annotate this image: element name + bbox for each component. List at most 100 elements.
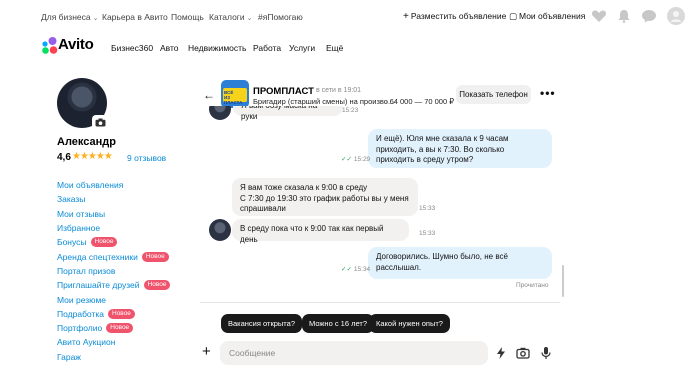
menu-item-bonuses[interactable]: Бонусы Новое (57, 235, 170, 249)
menu-item-favorites[interactable]: Избранное (57, 221, 170, 235)
message-list[interactable]: Я вам обзу маска на руки 15:23 И ещё). Ю… (200, 106, 560, 301)
my-ads-label: Мои объявления (519, 11, 586, 21)
chat-icon[interactable] (641, 9, 657, 23)
message-time: 15:33 (419, 230, 436, 237)
profile-menu: Мои объявления Заказы Мои отзывы Избранн… (57, 178, 171, 364)
nav-jobs[interactable]: Работа (253, 43, 281, 53)
online-status: в сети в 19:01 (316, 87, 362, 94)
menu-item-my-resumes[interactable]: Мои резюме (57, 292, 170, 306)
nav-services[interactable]: Услуги (289, 43, 315, 53)
bell-icon[interactable] (616, 9, 632, 23)
rating-value: 4,6 (57, 152, 71, 163)
seller-avatar (209, 219, 231, 241)
lightning-icon[interactable] (494, 346, 508, 360)
new-badge: Новое (106, 323, 134, 334)
attach-plus-icon[interactable]: + (202, 343, 211, 360)
post-ad-link[interactable]: + Разместить объявление (403, 11, 506, 22)
seller-logo[interactable]: ВСЁ ИЗ ПЛАСТА (221, 80, 249, 108)
suggestion-vacancy-open[interactable]: Вакансия открыта? (221, 314, 302, 333)
message-input[interactable] (220, 341, 488, 365)
message-bubble: В среду пока что к 9:00 так как первый д… (232, 219, 409, 244)
menu-item-label: Приглашайте друзей (57, 280, 140, 291)
suggestion-experience[interactable]: Какой нужен опыт? (369, 314, 450, 333)
microphone-icon[interactable] (539, 346, 553, 360)
scrollbar[interactable] (562, 265, 564, 297)
message-text: Я вам тоже сказала к 9:00 в среду С 7:30… (240, 183, 409, 213)
read-status: Прочитано (516, 282, 549, 289)
for-business-link[interactable]: Для бизнеса ⌄ (41, 12, 98, 22)
menu-item-label: Портфолио (57, 323, 103, 334)
seller-avatar (209, 106, 231, 120)
message-time: 15:33 (419, 205, 436, 212)
i-help-link[interactable]: #яПомогаю (258, 12, 303, 22)
message-time-value: 15:29 (353, 156, 371, 163)
message-bubble: Я вам тоже сказала к 9:00 в среду С 7:30… (232, 178, 418, 216)
new-badge: Новое (141, 251, 169, 262)
message-time: ✓✓ 15:34 (341, 265, 370, 273)
chevron-down-icon: ⌄ (246, 15, 253, 22)
catalogs-label: Каталоги (209, 12, 245, 22)
reviews-link[interactable]: 9 отзывов (127, 153, 166, 163)
read-check-icon: ✓✓ (341, 266, 352, 273)
help-link[interactable]: Помощь (171, 12, 204, 22)
menu-item-portfolio[interactable]: Портфолио Новое (57, 321, 170, 335)
seller-name[interactable]: ПРОМПЛАСТ (253, 86, 314, 97)
menu-item-label: Мои резюме (57, 294, 107, 305)
read-check-icon: ✓✓ (341, 156, 352, 163)
menu-item-label: Заказы (57, 194, 86, 205)
camera-icon[interactable] (516, 346, 530, 360)
menu-item-invite-friends[interactable]: Приглашайте друзей Новое (57, 278, 171, 292)
menu-item-label: Гараж (57, 351, 81, 362)
document-icon: ▢ (509, 11, 518, 21)
message-bubble: Я вам обзу маска на руки (233, 106, 343, 121)
career-link[interactable]: Карьера в Авито (102, 12, 168, 22)
menu-item-label: Бонусы (57, 237, 87, 248)
new-badge: Новое (90, 237, 118, 248)
message-text: Договорились. Шумно было, не всё расслыш… (376, 252, 508, 272)
menu-item-label: Аренда спецтехники (57, 251, 138, 262)
for-business-label: Для бизнеса (41, 12, 91, 22)
menu-item-equipment-rent[interactable]: Аренда спецтехники Новое (57, 249, 170, 263)
menu-item-label: Портал призов (57, 265, 116, 276)
message-bubble: Договорились. Шумно было, не всё расслыш… (368, 247, 552, 279)
menu-item-side-jobs[interactable]: Подработка Новое (57, 307, 170, 321)
job-salary: · 64 000 — 70 000 ₽ (385, 97, 454, 106)
menu-item-label: Авито Аукцион (57, 337, 116, 348)
nav-real-estate[interactable]: Недвижимость (188, 43, 246, 53)
show-phone-button[interactable]: Показать телефон (456, 85, 531, 104)
message-text: Я вам обзу маска на руки (241, 106, 317, 121)
back-arrow-icon[interactable]: ← (203, 88, 215, 102)
menu-item-orders[interactable]: Заказы (57, 192, 170, 206)
top-bar: Для бизнеса ⌄ Карьера в Авито Помощь Ката… (0, 0, 700, 34)
menu-item-my-reviews[interactable]: Мои отзывы (57, 207, 170, 221)
rating-stars-icon: ★★★★★ (72, 151, 113, 162)
user-avatar-icon[interactable] (667, 7, 685, 25)
heart-icon[interactable] (591, 9, 607, 23)
menu-item-label: Мои объявления (57, 180, 124, 191)
message-text: И ещё). Юля мне сказала к 9 часам приход… (376, 134, 509, 164)
menu-item-my-ads[interactable]: Мои объявления (57, 178, 170, 192)
message-bubble: И ещё). Юля мне сказала к 9 часам приход… (368, 129, 552, 168)
suggestion-age-16[interactable]: Можно с 16 лет? (302, 314, 374, 333)
avito-logo-text[interactable]: Avito (58, 36, 94, 53)
message-time: 15:23 (342, 107, 359, 114)
divider (200, 302, 560, 303)
my-ads-link[interactable]: ▢ Мои объявления (509, 11, 585, 22)
job-title[interactable]: Бригадир (старший смены) на произво... (253, 97, 394, 106)
nav-auto[interactable]: Авто (160, 43, 179, 53)
catalogs-link[interactable]: Каталоги ⌄ (209, 12, 253, 22)
menu-item-garage[interactable]: Гараж (57, 350, 170, 364)
menu-item-auction[interactable]: Авито Аукцион (57, 335, 170, 349)
more-options-icon[interactable]: ••• (540, 86, 556, 100)
menu-item-prize-portal[interactable]: Портал призов (57, 264, 170, 278)
camera-icon[interactable] (92, 115, 108, 129)
post-ad-label: Разместить объявление (410, 11, 507, 21)
nav-more[interactable]: Ещё (326, 43, 343, 53)
chevron-down-icon: ⌄ (92, 15, 99, 22)
nav-business360[interactable]: Бизнес360 (111, 43, 153, 53)
message-time-value: 15:34 (353, 266, 371, 273)
new-badge: Новое (108, 308, 135, 319)
avito-logo-icon[interactable] (40, 36, 58, 56)
plus-icon: + (403, 11, 409, 22)
message-time: ✓✓ 15:29 (341, 155, 370, 163)
